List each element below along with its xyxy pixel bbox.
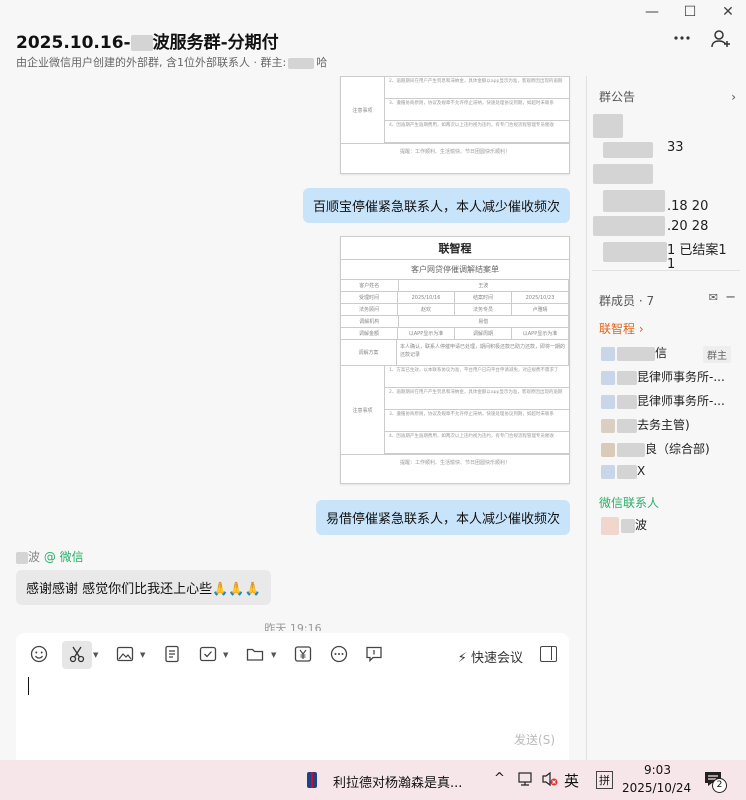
add-member-icon[interactable] (710, 28, 732, 55)
emoji-icon[interactable] (30, 645, 48, 667)
owner-badge: 群主 (703, 346, 731, 363)
taskbar: 利拉德对杨瀚森是真... ^ 英 拼 9:03 2025/10/24 2 (0, 760, 746, 800)
avatar (601, 346, 615, 361)
message-list[interactable]: 注意事项 2、逾期期间在用户产生罚息和滞纳金，具体金额以app显示为准，客观原因… (0, 76, 586, 631)
transfer-icon[interactable] (294, 645, 312, 667)
network-icon[interactable] (517, 771, 533, 791)
avatar (601, 370, 615, 385)
avatar (601, 516, 619, 535)
message-composer: ▼ ▼ ▼ ▼ ⚡ 快速会议 发送(S) (16, 633, 569, 760)
notification-count-badge: 2 (712, 778, 727, 793)
volume-muted-icon[interactable] (541, 771, 559, 791)
chevron-down-icon[interactable]: ▼ (223, 651, 228, 659)
member-item[interactable]: 信 (601, 344, 667, 361)
chevron-down-icon[interactable]: ▼ (140, 651, 145, 659)
member-item[interactable]: 良（综合部) (601, 440, 710, 457)
chevron-down-icon[interactable]: ▼ (93, 651, 98, 659)
message-bubble-outgoing[interactable]: 百顺宝停催紧急联系人，本人减少催收频次 (303, 188, 571, 223)
news-headline[interactable]: 利拉德对杨瀚森是真... (333, 772, 462, 791)
member-item[interactable]: 昆律师事务所-... (601, 392, 725, 409)
chat-header: 2025.10.16- 波服务群-分期付 由企业微信用户创建的外部群, 含1位外部… (0, 24, 746, 74)
side-panel-toggle-icon[interactable] (540, 646, 557, 662)
text-input-cursor[interactable] (28, 677, 29, 695)
window-controls: — ☐ ✕ (642, 4, 738, 20)
chevron-right-icon[interactable]: › (731, 90, 736, 104)
wechat-source-label: @ 微信 (43, 550, 84, 564)
message-icon[interactable] (365, 645, 383, 667)
member-item[interactable]: 昆律师事务所-... (601, 368, 725, 385)
company-link[interactable]: 联智程 › (599, 320, 644, 337)
group-info-panel: 群公告 › 33 .18 20 .20 28 1 已结案1 1 群成员 · 7 … (587, 76, 746, 760)
maximize-button[interactable]: ☐ (680, 4, 700, 20)
doc2-row: 调解方案 本人确认，联系人停催申请已处理，期间积极还款已助力还款，即将一期的还款记… (341, 340, 569, 366)
close-button[interactable]: ✕ (718, 4, 738, 20)
chat-subtitle: 由企业微信用户创建的外部群, 含1位外部联系人 · 群主: 哈 (16, 56, 328, 69)
send-button[interactable]: 发送(S) (514, 731, 555, 748)
message-sender: 波 @ 微信 (16, 548, 84, 565)
message-timestamp: 昨天 19:16 (264, 622, 322, 631)
members-title: 群成员 · 7 (599, 294, 655, 308)
wechat-member-item[interactable]: 波 (601, 516, 647, 535)
minus-icon[interactable]: − (725, 290, 736, 305)
task-icon[interactable] (199, 645, 217, 667)
doc2-notes: 注意事项 1、方案已生效，以本联系协议为准，平台用户已向平台申请减免，对应规费不… (341, 366, 569, 455)
minimize-button[interactable]: — (642, 4, 662, 20)
clock-date[interactable]: 2025/10/24 (622, 781, 691, 795)
more-circle-icon[interactable] (330, 645, 348, 667)
message-image-settlement-partial[interactable]: 注意事项 2、逾期期间在用户产生罚息和滞纳金，具体金额以app显示为准，客观原因… (340, 76, 570, 174)
folder-icon[interactable] (246, 645, 264, 667)
doc2-row: 法务顾问 赵欢 法务专员 卢雅晴 (341, 304, 569, 316)
clock-time[interactable]: 9:03 (644, 763, 671, 777)
avatar (601, 418, 615, 433)
avatar (601, 394, 615, 409)
scissors-icon[interactable] (68, 645, 86, 667)
member-item[interactable]: X (601, 464, 645, 479)
ime-mode-indicator[interactable]: 拼 (596, 771, 613, 789)
doc2-row: 调解机构 易借 (341, 316, 569, 328)
message-bubble-incoming[interactable]: 感谢感谢 感觉你们比我还上心些🙏🙏🙏 (16, 570, 271, 605)
doc1-notes: 注意事项 2、逾期期间在用户产生罚息和滞纳金，具体金额以app显示为准，客观原因… (341, 77, 569, 144)
composer-toolbar: ▼ ▼ ▼ ▼ ⚡ 快速会议 (16, 641, 569, 671)
message-image-settlement[interactable]: 联智程 客户网贷停催调解结案单 客户姓名 王波 受理时间 2025/10/16 结案时… (340, 236, 570, 484)
quick-meeting-button[interactable]: ⚡ 快速会议 (458, 647, 523, 666)
message-bubble-outgoing[interactable]: 易借停催紧急联系人，本人减少催收频次 (316, 500, 571, 535)
doc2-row: 客户姓名 王波 (341, 280, 569, 292)
lightning-icon: ⚡ (457, 651, 467, 666)
announcement-blur (593, 114, 673, 264)
announcement-title[interactable]: 群公告 (599, 88, 635, 105)
sidebar-divider (592, 270, 740, 271)
member-item[interactable]: 去务主管) (601, 416, 690, 433)
avatar (601, 442, 615, 457)
ime-language-indicator[interactable]: 英 (564, 770, 579, 791)
chevron-down-icon[interactable]: ▼ (271, 651, 276, 659)
chevron-up-icon[interactable]: ^ (494, 771, 505, 786)
chat-title: 2025.10.16- 波服务群-分期付 (16, 33, 279, 53)
wechat-contacts-title: 微信联系人 (599, 496, 660, 510)
doc2-row: 调解金额 以APP显示为准 调解周期 以APP显示为准 (341, 328, 569, 340)
avatar (601, 464, 615, 479)
doc2-row: 受理时间 2025/10/16 结案时间 2025/10/23 (341, 292, 569, 304)
more-icon[interactable] (672, 28, 692, 53)
image-icon[interactable] (116, 645, 134, 667)
chat-window: — ☐ ✕ 2025.10.16- 波服务群-分期付 由企业微信用户创建的外部群,… (0, 0, 746, 760)
mail-icon[interactable]: ✉ (709, 291, 718, 304)
news-icon[interactable] (306, 771, 318, 793)
document-icon[interactable] (163, 645, 181, 667)
